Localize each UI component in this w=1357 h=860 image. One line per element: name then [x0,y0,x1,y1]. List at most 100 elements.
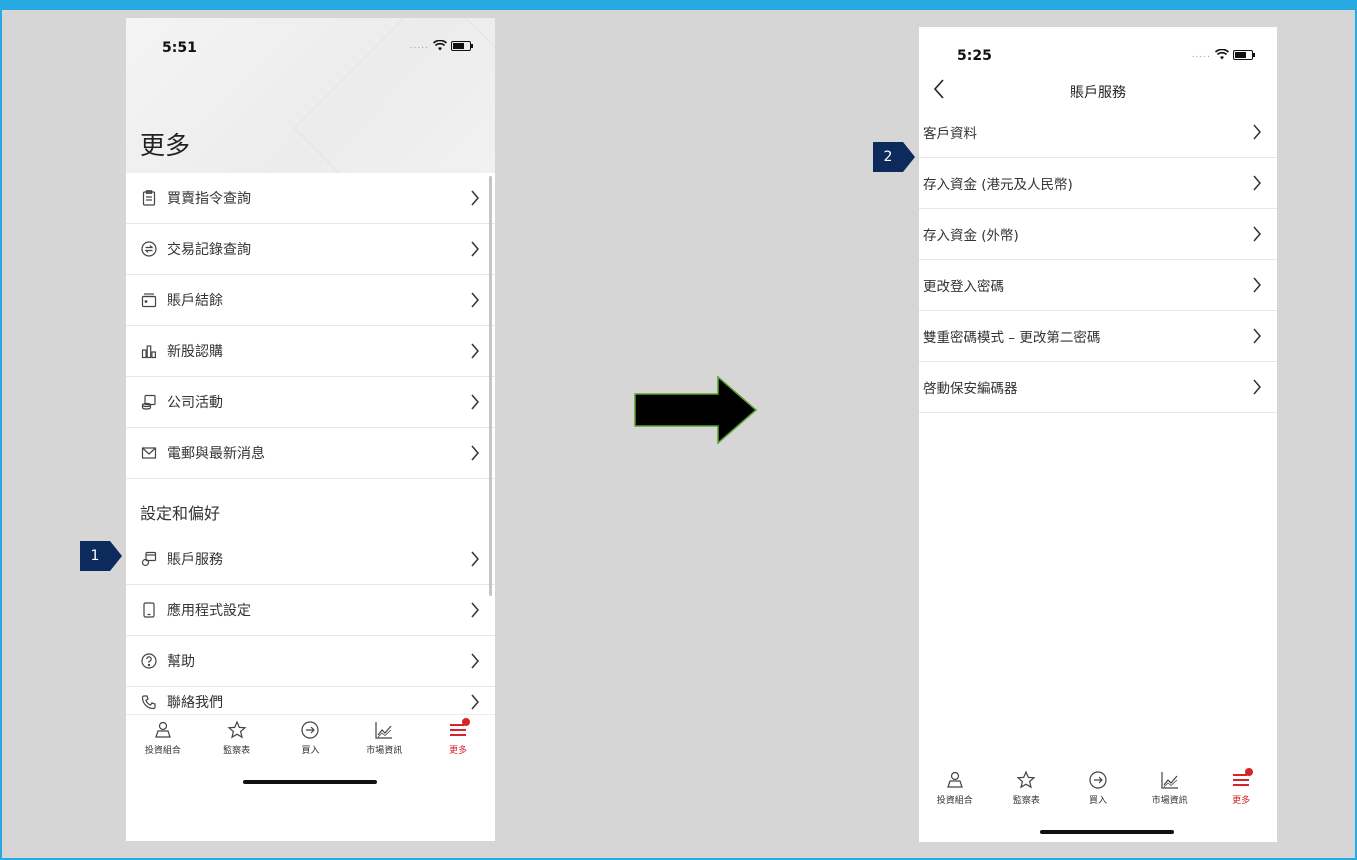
chevron-right-icon [467,343,483,359]
menu-item-label: 買賣指令查詢 [167,191,251,207]
home-indicator [243,780,377,784]
flow-arrow [634,375,758,445]
coins-icon [140,393,158,411]
menu-item-label: 啓動保安編碼器 [923,381,1018,397]
tab-label: 市場資訊 [366,746,403,756]
battery-icon [1233,49,1255,60]
tab-label: 買入 [301,746,320,756]
menu-item-label: 應用程式設定 [167,603,251,619]
tab-market-info[interactable]: 市場資訊 [1140,769,1200,806]
tab-buy[interactable]: 買入 [1068,769,1128,806]
page-title: 更多 [140,131,191,160]
signal-icon: ..... [409,40,429,51]
menu-item-label: 更改登入密碼 [923,279,1004,295]
mail-icon [140,444,158,462]
tab-more[interactable]: 更多 [428,718,488,756]
step-number: 1 [90,548,100,564]
tab-more[interactable]: 更多 [1211,768,1271,806]
tab-label: 市場資訊 [1151,796,1188,806]
wifi-icon [433,40,447,51]
menu-item-transaction-records[interactable]: 交易記錄查詢 [126,224,495,275]
tab-label: 監察表 [1012,796,1040,806]
chevron-right-icon [467,292,483,308]
buy-arrow-icon [1087,769,1109,791]
step-marker-2: 2 [873,142,915,172]
menu-item-label: 賬戶結餘 [167,293,223,309]
navigation-bar: 賬戶服務 [919,71,1277,111]
chevron-right-icon [1249,175,1265,191]
menu-item-label: 存入資金 (港元及人民幣) [923,177,1073,193]
menu-item-label: 存入資金 (外幣) [923,228,1019,244]
status-bar: 5:25 ..... [919,27,1277,77]
menu-item-deposit-foreign[interactable]: 存入資金 (外幣) [919,209,1277,260]
chevron-right-icon [467,551,483,567]
menu-item-label: 新股認購 [167,344,223,360]
menu-item-order-inquiry[interactable]: 買賣指令查詢 [126,173,495,224]
status-icons: ..... [1192,49,1255,60]
help-icon [140,652,158,670]
notification-dot [462,718,471,726]
portfolio-icon [152,719,174,741]
menu-item-change-second-password[interactable]: 雙重密碼模式 – 更改第二密碼 [919,311,1277,362]
chevron-right-icon [467,394,483,410]
tab-watchlist[interactable]: 監察表 [207,719,267,756]
menu-item-ipo-subscription[interactable]: 新股認購 [126,326,495,377]
menu-item-help[interactable]: 幫助 [126,636,495,687]
chevron-right-icon [467,445,483,461]
status-time: 5:51 [162,40,197,56]
chevron-right-icon [467,241,483,257]
home-indicator [1040,830,1174,834]
account-services-list: 客戶資料 存入資金 (港元及人民幣) 存入資金 (外幣) 更改登入密碼 雙重密碼… [919,107,1277,413]
menu-item-change-login-password[interactable]: 更改登入密碼 [919,260,1277,311]
bar-chart-icon [140,342,158,360]
menu-item-account-services[interactable]: 賬戶服務 [126,534,495,585]
status-bar: 5:51 ..... [126,18,495,68]
tab-portfolio[interactable]: 投資組合 [925,769,985,806]
chevron-right-icon [1249,328,1265,344]
tab-watchlist[interactable]: 監察表 [996,769,1056,806]
bottom-tab-bar: 投資組合 監察表 買入 市場資訊 更多 [126,714,495,774]
menu-item-app-settings[interactable]: 應用程式設定 [126,585,495,636]
menu-item-deposit-hkd-rmb[interactable]: 存入資金 (港元及人民幣) [919,158,1277,209]
menu-item-account-balance[interactable]: 賬戶結餘 [126,275,495,326]
menu-item-contact-us[interactable]: 聯絡我們 [126,687,495,717]
portfolio-icon [944,769,966,791]
tab-market-info[interactable]: 市場資訊 [354,719,414,756]
menu-item-customer-info[interactable]: 客戶資料 [919,107,1277,158]
scrollbar[interactable] [489,176,492,596]
menu-icon [447,718,471,741]
menu-item-corporate-actions[interactable]: 公司活動 [126,377,495,428]
menu-item-label: 雙重密碼模式 – 更改第二密碼 [923,330,1101,346]
chevron-right-icon [1249,277,1265,293]
chevron-right-icon [1249,124,1265,140]
tab-label: 投資組合 [936,796,973,806]
more-menu-list: 買賣指令查詢 交易記錄查詢 賬戶結餘 新股認購 公司活動 電郵與最新消息 設定和… [126,173,495,717]
menu-item-label: 幫助 [167,654,195,670]
step-marker-1: 1 [80,541,122,571]
chevron-right-icon [1249,226,1265,242]
menu-icon [1230,768,1254,791]
step-number: 2 [883,149,893,165]
tab-label: 監察表 [223,746,251,756]
star-icon [1015,769,1037,791]
account-services-screen: 5:25 ..... 賬戶服務 客戶資料 存入資金 (港元及人民幣) 存入資金 … [919,27,1277,842]
status-time: 5:25 [957,48,992,64]
market-chart-icon [1159,769,1181,791]
tab-portfolio[interactable]: 投資組合 [133,719,193,756]
exchange-icon [140,240,158,258]
section-title-settings: 設定和偏好 [126,479,495,534]
chevron-right-icon [467,190,483,206]
menu-item-label: 公司活動 [167,395,223,411]
notification-dot [1245,768,1254,776]
tab-label: 更多 [449,746,468,756]
menu-item-email-news[interactable]: 電郵與最新消息 [126,428,495,479]
chevron-right-icon [467,694,483,710]
tab-buy[interactable]: 買入 [280,719,340,756]
menu-item-activate-security-device[interactable]: 啓動保安編碼器 [919,362,1277,413]
account-service-icon [140,550,158,568]
menu-item-label: 聯絡我們 [167,695,223,711]
bottom-tab-bar: 投資組合 監察表 買入 市場資訊 更多 [919,765,1277,825]
chevron-right-icon [467,602,483,618]
battery-icon [451,40,473,51]
menu-item-label: 交易記錄查詢 [167,242,251,258]
